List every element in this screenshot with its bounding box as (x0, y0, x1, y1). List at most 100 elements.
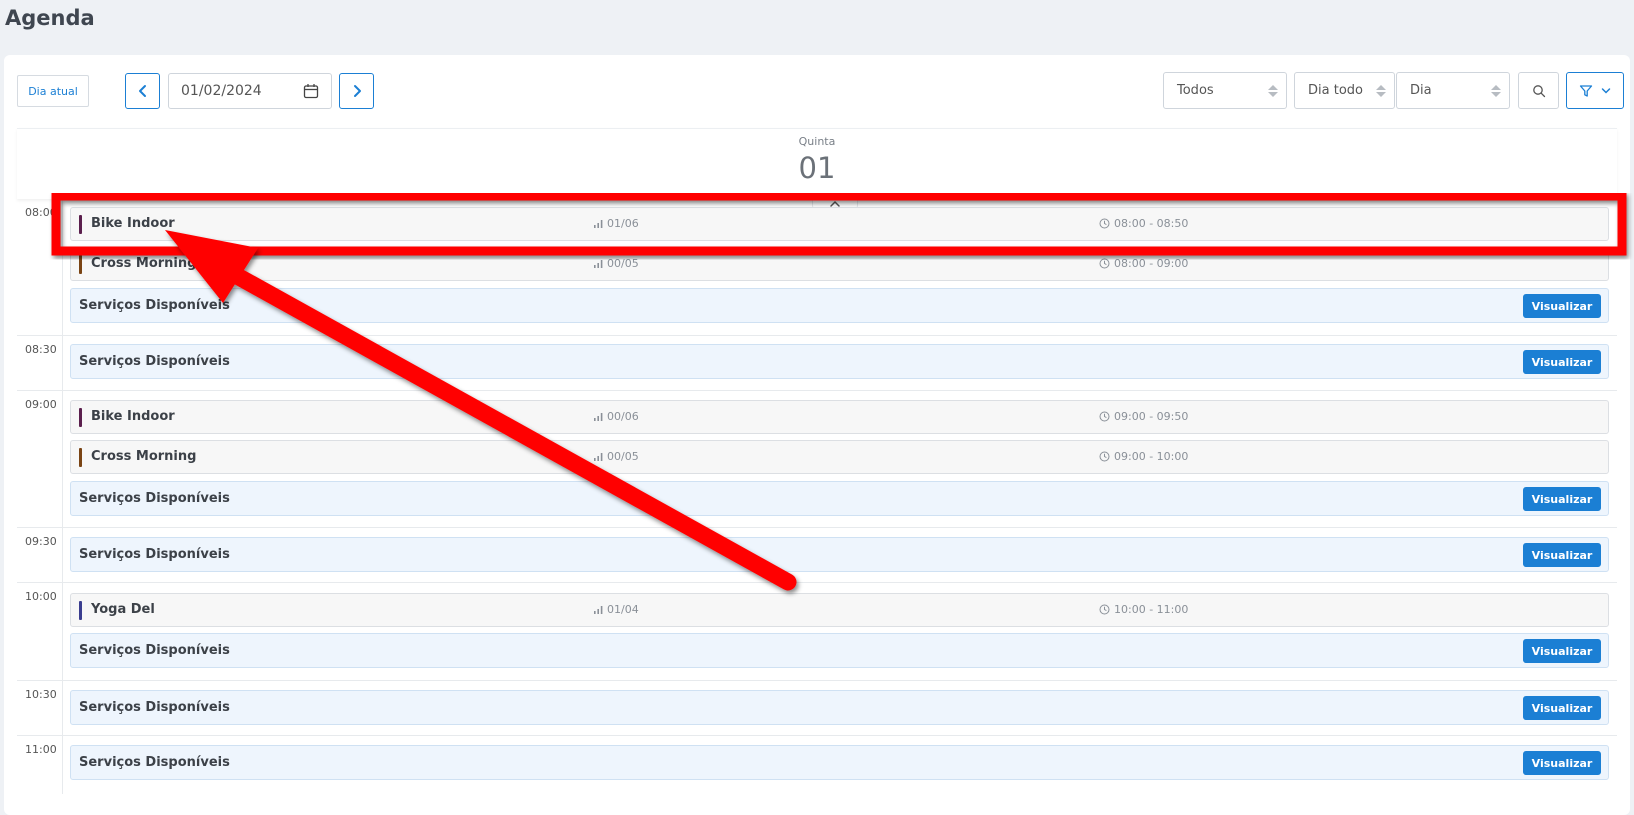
previous-day-button[interactable] (125, 73, 160, 109)
slot-divider (17, 527, 1617, 528)
view-button[interactable]: Visualizar (1523, 294, 1601, 318)
event-capacity-value: 00/05 (607, 450, 639, 463)
view-select[interactable]: Dia (1396, 72, 1510, 109)
event-time: 10:00 - 11:00 (1099, 603, 1188, 616)
event-time-value: 09:00 - 10:00 (1114, 450, 1189, 463)
next-day-button[interactable] (339, 73, 374, 109)
available-services-row: Serviços Disponíveis Visualizar (70, 344, 1609, 379)
time-label: 10:00 (25, 590, 57, 603)
available-services-label: Serviços Disponíveis (79, 755, 230, 770)
event-capacity: 00/05 (594, 257, 639, 270)
signal-bars-icon (594, 259, 603, 268)
search-icon (1532, 84, 1545, 97)
available-services-row: Serviços Disponíveis Visualizar (70, 690, 1609, 725)
chevron-right-icon (353, 85, 361, 97)
today-button[interactable]: Dia atual (17, 75, 89, 107)
event-row[interactable]: Cross Morning 00/05 09:00 - 10:00 (70, 440, 1609, 474)
event-time-value: 10:00 - 11:00 (1114, 603, 1189, 616)
date-value: 01/02/2024 (181, 83, 262, 99)
page-title: Agenda (5, 6, 95, 30)
time-label: 10:30 (25, 688, 57, 701)
view-button[interactable]: Visualizar (1523, 487, 1601, 511)
available-services-label: Serviços Disponíveis (79, 547, 230, 562)
sort-arrows-icon (1268, 84, 1278, 97)
available-services-row: Serviços Disponíveis Visualizar (70, 288, 1609, 323)
event-time-value: 08:00 - 08:50 (1114, 217, 1189, 230)
time-gutter-divider (62, 198, 63, 794)
event-color-bar (79, 601, 82, 620)
event-time-value: 08:00 - 09:00 (1114, 257, 1189, 270)
status-select-value: Todos (1177, 83, 1214, 98)
filter-icon (1579, 84, 1593, 97)
available-services-row: Serviços Disponíveis Visualizar (70, 537, 1609, 572)
event-name: Yoga Del (91, 602, 155, 617)
chevron-down-icon (1601, 87, 1611, 94)
event-time: 08:00 - 09:00 (1099, 257, 1188, 270)
view-button[interactable]: Visualizar (1523, 639, 1601, 663)
slot-divider (17, 735, 1617, 736)
view-button[interactable]: Visualizar (1523, 543, 1601, 567)
event-time: 08:00 - 08:50 (1099, 217, 1188, 230)
time-label: 09:30 (25, 535, 57, 548)
day-header: Quinta 01 (17, 128, 1617, 199)
event-row[interactable]: Bike Indoor 01/06 08:00 - 08:50 (70, 207, 1609, 241)
chevron-left-icon (138, 85, 146, 97)
event-time-value: 09:00 - 09:50 (1114, 410, 1189, 423)
available-services-label: Serviços Disponíveis (79, 700, 230, 715)
event-color-bar (79, 408, 82, 427)
available-services-label: Serviços Disponíveis (79, 491, 230, 506)
event-name: Cross Morning (91, 449, 197, 464)
available-services-label: Serviços Disponíveis (79, 354, 230, 369)
event-time: 09:00 - 10:00 (1099, 450, 1188, 463)
event-capacity-value: 01/06 (607, 217, 639, 230)
period-select-value: Dia todo (1308, 83, 1363, 98)
date-input[interactable]: 01/02/2024 (168, 73, 332, 109)
clock-icon (1099, 604, 1110, 615)
search-button[interactable] (1518, 72, 1559, 109)
period-select[interactable]: Dia todo (1294, 72, 1395, 109)
event-color-bar (79, 448, 82, 467)
event-capacity: 01/04 (594, 603, 639, 616)
slot-divider (17, 335, 1617, 336)
event-capacity: 00/06 (594, 410, 639, 423)
event-row[interactable]: Cross Morning 00/05 08:00 - 09:00 (70, 247, 1609, 281)
sort-arrows-icon (1491, 84, 1501, 97)
event-capacity: 00/05 (594, 450, 639, 463)
event-row[interactable]: Bike Indoor 00/06 09:00 - 09:50 (70, 400, 1609, 434)
time-label: 08:00 (25, 206, 57, 219)
available-services-label: Serviços Disponíveis (79, 298, 230, 313)
clock-icon (1099, 258, 1110, 269)
day-number: 01 (798, 151, 836, 185)
event-row[interactable]: Yoga Del 01/04 10:00 - 11:00 (70, 593, 1609, 627)
event-capacity-value: 00/06 (607, 410, 639, 423)
time-label: 08:30 (25, 343, 57, 356)
event-color-bar (79, 255, 82, 274)
event-name: Bike Indoor (91, 216, 175, 231)
event-color-bar (79, 215, 82, 234)
slot-divider (17, 582, 1617, 583)
weekday-label: Quinta (798, 135, 836, 148)
slot-divider (17, 680, 1617, 681)
clock-icon (1099, 411, 1110, 422)
time-label: 11:00 (25, 743, 57, 756)
slot-divider (17, 390, 1617, 391)
event-capacity: 01/06 (594, 217, 639, 230)
available-services-row: Serviços Disponíveis Visualizar (70, 481, 1609, 516)
view-button[interactable]: Visualizar (1523, 350, 1601, 374)
available-services-label: Serviços Disponíveis (79, 643, 230, 658)
sort-arrows-icon (1376, 84, 1386, 97)
event-time: 09:00 - 09:50 (1099, 410, 1188, 423)
available-services-row: Serviços Disponíveis Visualizar (70, 633, 1609, 668)
view-button[interactable]: Visualizar (1523, 696, 1601, 720)
filter-button[interactable] (1566, 72, 1624, 109)
signal-bars-icon (594, 412, 603, 421)
signal-bars-icon (594, 452, 603, 461)
event-name: Bike Indoor (91, 409, 175, 424)
view-button[interactable]: Visualizar (1523, 751, 1601, 775)
calendar-icon[interactable] (303, 83, 319, 99)
event-capacity-value: 00/05 (607, 257, 639, 270)
status-select[interactable]: Todos (1163, 72, 1287, 109)
signal-bars-icon (594, 219, 603, 228)
event-name: Cross Morning (91, 256, 197, 271)
available-services-row: Serviços Disponíveis Visualizar (70, 745, 1609, 780)
